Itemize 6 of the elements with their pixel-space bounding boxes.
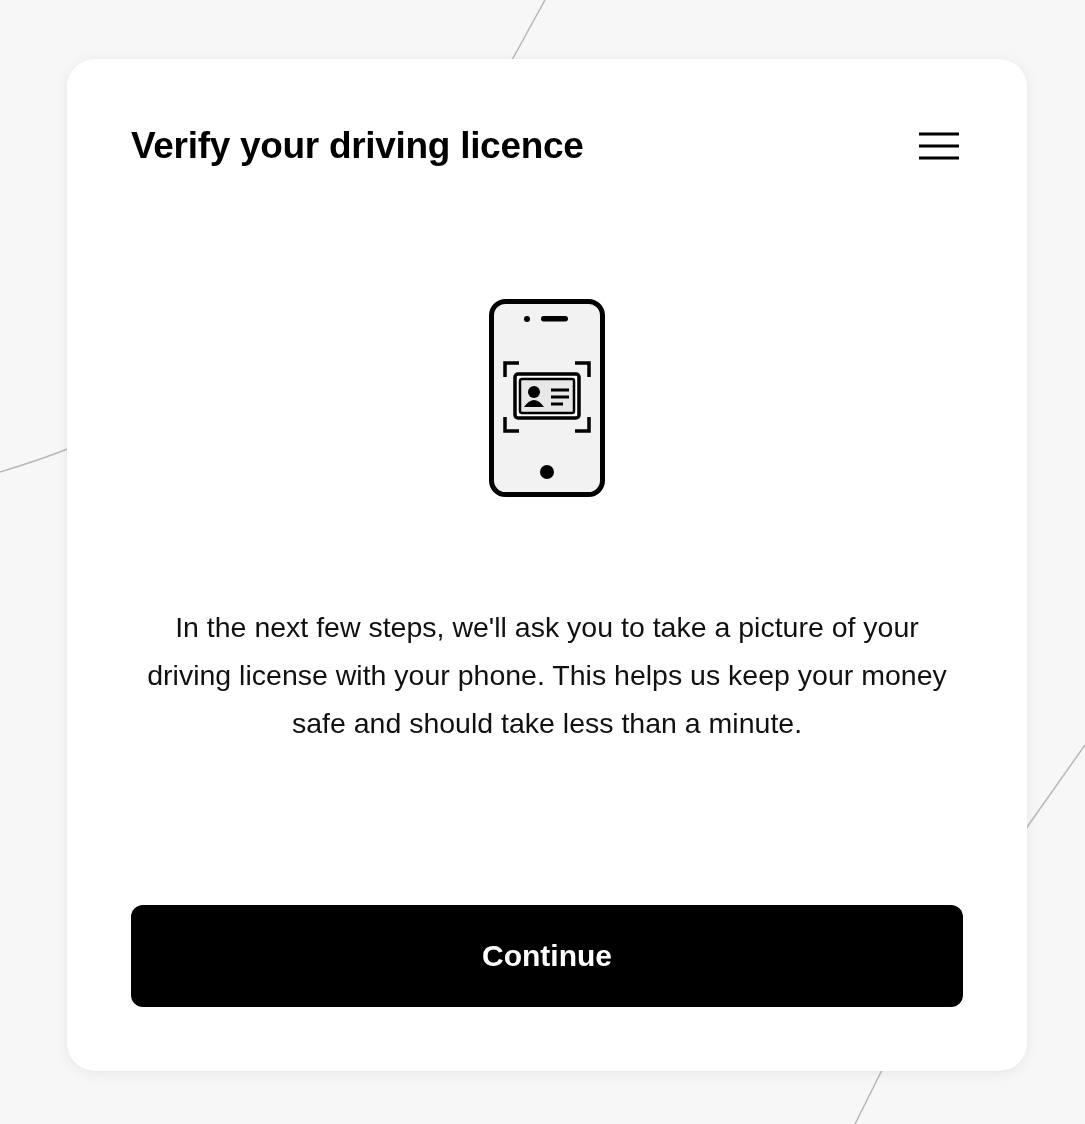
menu-icon [919, 132, 959, 160]
continue-button[interactable]: Continue [131, 905, 963, 1007]
page-title: Verify your driving licence [131, 125, 584, 167]
phone-scanning-card-icon [489, 299, 605, 497]
menu-button[interactable] [919, 132, 959, 160]
instructions-text: In the next few steps, we'll ask you to take a picture of your driving license with your phone. This helps us keep your money safe and should take less than a minute. [146, 610, 948, 741]
